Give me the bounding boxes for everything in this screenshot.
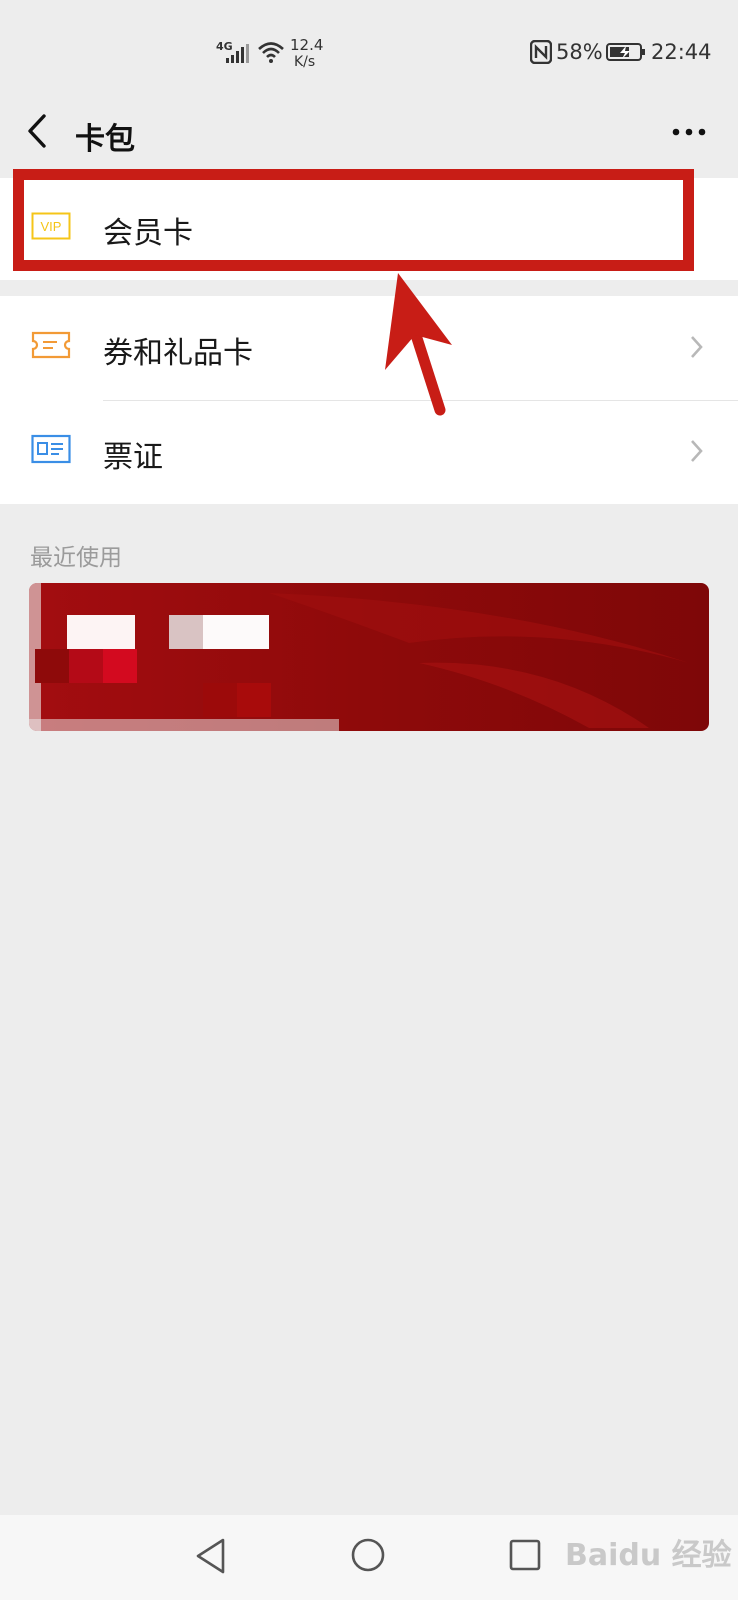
menu-item-label: 票证 bbox=[103, 440, 163, 475]
vip-icon: VIP bbox=[31, 212, 71, 240]
battery-percent: 58% bbox=[556, 40, 603, 64]
nav-recents-icon[interactable] bbox=[508, 1538, 542, 1572]
nav-back-icon[interactable] bbox=[194, 1537, 228, 1575]
watermark: Baidu 经验 bbox=[565, 1538, 732, 1573]
more-dots-icon bbox=[672, 128, 706, 136]
nav-bar: 卡包 bbox=[0, 100, 738, 180]
chevron-right-icon bbox=[691, 336, 703, 358]
menu-item-label: 会员卡 bbox=[103, 216, 193, 251]
battery-icon bbox=[606, 43, 645, 61]
menu-item-coupons[interactable]: 券和礼品卡 bbox=[0, 296, 738, 400]
ticket-group: 券和礼品卡 票证 bbox=[0, 296, 738, 504]
back-button[interactable] bbox=[20, 110, 60, 154]
svg-text:VIP: VIP bbox=[41, 219, 62, 234]
nav-home-icon[interactable] bbox=[350, 1537, 386, 1573]
nfc-icon bbox=[530, 40, 552, 64]
recent-card[interactable] bbox=[29, 583, 709, 731]
blurred-card-image bbox=[29, 583, 709, 731]
menu-item-member-card[interactable]: VIP 会员卡 bbox=[0, 178, 738, 280]
menu-item-label: 券和礼品卡 bbox=[103, 336, 253, 371]
chevron-left-icon bbox=[28, 114, 46, 148]
recent-section-title: 最近使用 bbox=[30, 545, 122, 571]
more-button[interactable] bbox=[670, 122, 710, 142]
speed-value: 12.4 bbox=[290, 36, 324, 54]
wifi-icon bbox=[258, 42, 284, 63]
menu-item-tickets[interactable]: 票证 bbox=[0, 400, 738, 504]
ticket-icon bbox=[31, 331, 71, 359]
member-card-group: VIP 会员卡 bbox=[0, 178, 738, 280]
status-bar: 4G 12.4 K/s 58% 22:44 bbox=[0, 0, 738, 100]
clock: 22:44 bbox=[651, 40, 712, 64]
signal-icon bbox=[226, 44, 249, 63]
speed-unit: K/s bbox=[294, 54, 316, 70]
chevron-right-icon bbox=[691, 440, 703, 462]
page-title: 卡包 bbox=[75, 122, 135, 157]
id-card-icon bbox=[31, 434, 71, 464]
